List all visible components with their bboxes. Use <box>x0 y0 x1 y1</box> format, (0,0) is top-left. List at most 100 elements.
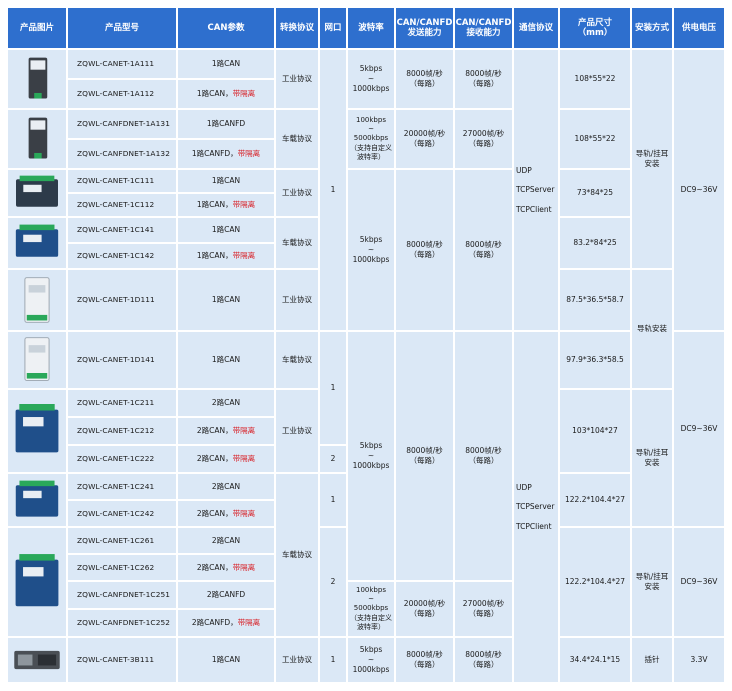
din-rail-device-icon <box>24 337 50 381</box>
param-text: 1路CANFD， <box>191 149 238 159</box>
install-method-cell: 导轨安装 <box>632 270 672 388</box>
can-param-cell: 1路CAN <box>178 50 274 78</box>
comm-protocol-cell: UDP TCPServer TCPClient <box>514 50 558 330</box>
device-box-icon <box>15 554 59 607</box>
param-text: 1路CAN， <box>196 89 233 99</box>
model-cell: ZQWL-CANFDNET-1A132 <box>68 140 176 168</box>
header-protocol: 转换协议 <box>276 8 318 48</box>
baud-cell: 5kbps ~ 1000kbps <box>348 638 394 682</box>
isolation-text: 带隔离 <box>232 200 256 210</box>
protocol-cell: 车载协议 <box>276 474 318 636</box>
param-text: 1路CAN <box>211 655 241 665</box>
device-box-icon <box>28 57 48 99</box>
model-cell: ZQWL-CANET-1A112 <box>68 80 176 108</box>
size-cell: 34.4*24.1*15 <box>560 638 630 682</box>
size-cell: 103*104*27 <box>560 390 630 472</box>
power-supply-cell: DC9~36V <box>674 528 724 636</box>
model-cell: ZQWL-CANET-1C111 <box>68 170 176 192</box>
size-cell: 122.2*104.4*27 <box>560 474 630 526</box>
protocol-cell: 车载协议 <box>276 218 318 268</box>
header-image: 产品图片 <box>8 8 66 48</box>
can-param-cell: 1路CAN <box>178 332 274 388</box>
device-box-icon <box>15 224 59 257</box>
header-size: 产品尺寸 （mm） <box>560 8 630 48</box>
baud-cell: 5kbps ~ 1000kbps <box>348 332 394 580</box>
model-cell: ZQWL-CANET-1C242 <box>68 501 176 526</box>
param-text: 1路CAN <box>211 59 241 69</box>
param-text: 2路CAN， <box>196 426 233 436</box>
port-count-cell: 1 <box>320 332 346 444</box>
model-cell: ZQWL-CANFDNET-1A131 <box>68 110 176 138</box>
send-capacity-cell: 8000帧/秒 （每路） <box>396 332 453 580</box>
power-supply-cell: 3.3V <box>674 638 724 682</box>
isolation-text: 带隔离 <box>237 149 261 159</box>
can-param-cell: 1路CAN， 带隔离 <box>178 194 274 216</box>
install-method-cell: 导轨/挂耳 安装 <box>632 528 672 636</box>
model-cell: ZQWL-CANET-1C212 <box>68 418 176 444</box>
product-image-1c11x <box>8 170 66 216</box>
product-image-1a13x <box>8 110 66 168</box>
can-param-cell: 1路CAN， 带隔离 <box>178 244 274 268</box>
can-param-cell: 2路CAN， 带隔离 <box>178 446 274 472</box>
param-text: 1路CAN， <box>196 251 233 261</box>
port-count-cell: 1 <box>320 474 346 526</box>
model-cell: ZQWL-CANET-1C262 <box>68 555 176 580</box>
size-cell: 73*84*25 <box>560 170 630 216</box>
can-param-cell: 2路CAN， 带隔离 <box>178 501 274 526</box>
model-cell: ZQWL-CANET-1C112 <box>68 194 176 216</box>
module-board-icon <box>14 650 60 670</box>
can-param-cell: 2路CANFD， 带隔离 <box>178 610 274 636</box>
model-cell: ZQWL-CANET-1C211 <box>68 390 176 416</box>
din-rail-device-icon <box>24 277 50 323</box>
port-count-cell: 1 <box>320 50 346 330</box>
can-param-cell: 2路CAN <box>178 474 274 499</box>
isolation-text: 带隔离 <box>232 89 256 99</box>
model-cell: ZQWL-CANET-1D141 <box>68 332 176 388</box>
product-image-1c2xx <box>8 390 66 472</box>
product-image-3b111 <box>8 638 66 682</box>
header-baud: 波特率 <box>348 8 394 48</box>
param-text: 1路CAN <box>211 355 241 365</box>
param-text: 2路CANFD <box>206 590 246 600</box>
isolation-text: 带隔离 <box>232 508 256 518</box>
baud-cell: 5kbps ~ 1000kbps <box>348 50 394 108</box>
header-install: 安装方式 <box>632 8 672 48</box>
param-text: 2路CANFD， <box>191 618 238 628</box>
product-image-1a11x <box>8 50 66 108</box>
protocol-cell: 车载协议 <box>276 110 318 168</box>
port-count-cell: 2 <box>320 446 346 472</box>
header-power: 供电电压 <box>674 8 724 48</box>
protocol-cell: 工业协议 <box>276 270 318 330</box>
recv-capacity-cell: 27000帧/秒 （每路） <box>455 582 512 636</box>
send-capacity-cell: 20000帧/秒 （每路） <box>396 582 453 636</box>
product-spec-table: 产品图片 产品型号 CAN参数 转换协议 网口 波特率 CAN/CANFD 发送… <box>0 0 732 691</box>
model-cell: ZQWL-CANET-1C261 <box>68 528 176 553</box>
can-param-cell: 2路CAN， 带隔离 <box>178 555 274 580</box>
baud-cell: 100kbps ~ 5000kbps （支持自定义 波特率） <box>348 582 394 636</box>
isolation-text: 带隔离 <box>232 562 256 572</box>
model-cell: ZQWL-CANFDNET-1C252 <box>68 610 176 636</box>
isolation-text: 带隔离 <box>232 251 256 261</box>
recv-capacity-cell: 8000帧/秒 （每路） <box>455 50 512 108</box>
recv-capacity-cell: 8000帧/秒 （每路） <box>455 638 512 682</box>
can-param-cell: 2路CAN <box>178 390 274 416</box>
param-text: 2路CAN <box>211 481 241 491</box>
baud-cell: 100kbps ~ 5000kbps （支持自定义 波特率） <box>348 110 394 168</box>
param-text: 1路CAN <box>211 225 241 235</box>
header-send: CAN/CANFD 发送能力 <box>396 8 453 48</box>
can-param-cell: 2路CAN， 带隔离 <box>178 418 274 444</box>
protocol-cell: 工业协议 <box>276 638 318 682</box>
model-cell: ZQWL-CANET-1C222 <box>68 446 176 472</box>
install-method-cell: 导轨/挂耳 安装 <box>632 50 672 268</box>
device-box-icon <box>15 480 59 517</box>
model-cell: ZQWL-CANET-1A111 <box>68 50 176 78</box>
port-count-cell: 2 <box>320 528 346 636</box>
send-capacity-cell: 8000帧/秒 （每路） <box>396 638 453 682</box>
can-param-cell: 2路CAN <box>178 528 274 553</box>
send-capacity-cell: 20000帧/秒 （每路） <box>396 110 453 168</box>
param-text: 2路CAN， <box>196 562 233 572</box>
protocol-cell: 工业协议 <box>276 50 318 108</box>
recv-capacity-cell: 8000帧/秒 （每路） <box>455 332 512 580</box>
param-text: 1路CANFD <box>206 119 246 129</box>
model-cell: ZQWL-CANET-1D111 <box>68 270 176 330</box>
